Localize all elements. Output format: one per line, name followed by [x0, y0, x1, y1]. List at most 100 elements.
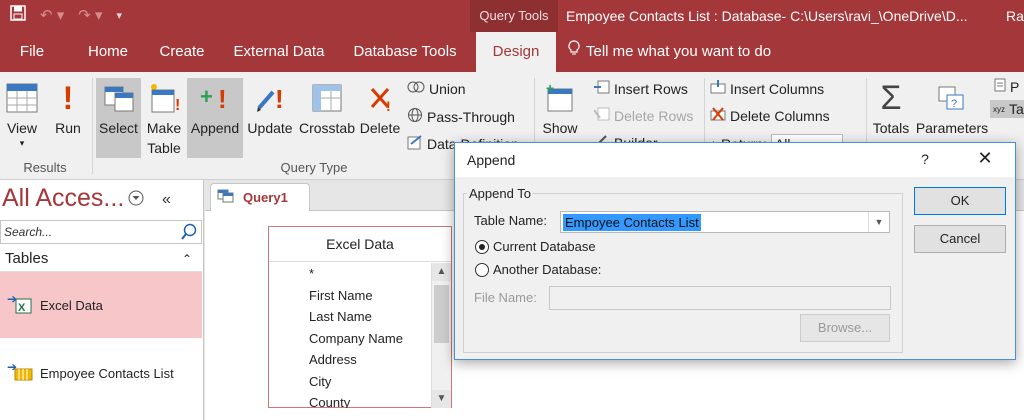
- nav-pane-title[interactable]: All Acces...: [2, 184, 124, 213]
- help-icon[interactable]: ?: [915, 151, 935, 167]
- another-database-radio[interactable]: Another Database:: [475, 262, 601, 277]
- field-item[interactable]: Last Name: [269, 306, 431, 328]
- browse-button[interactable]: Browse...: [800, 314, 890, 342]
- linked-table-icon: ➔: [0, 363, 40, 383]
- update-query-button[interactable]: ! Update: [244, 78, 296, 158]
- select-query-button[interactable]: Select: [96, 78, 141, 158]
- union-button[interactable]: Union: [407, 80, 466, 97]
- lightbulb-icon: [568, 32, 580, 72]
- group-label-results: Results: [23, 160, 67, 175]
- datasheet-view-icon: [2, 78, 42, 118]
- ok-button[interactable]: OK: [914, 187, 1006, 215]
- search-icon[interactable]: [181, 223, 197, 244]
- svg-text:+: +: [546, 83, 554, 96]
- run-button[interactable]: ! Run: [48, 78, 88, 158]
- svg-text:!: !: [275, 84, 284, 114]
- union-rings-icon: [407, 80, 425, 97]
- context-tab-label: Query Tools: [470, 0, 558, 32]
- append-icon: +!: [187, 78, 243, 118]
- collapse-pane-icon[interactable]: «: [162, 191, 171, 209]
- save-icon[interactable]: [10, 5, 26, 25]
- chevron-down-icon[interactable]: ▼: [868, 212, 889, 232]
- crosstab-query-button[interactable]: Crosstab: [298, 78, 356, 158]
- pass-through-button[interactable]: Pass-Through: [407, 107, 515, 126]
- scroll-down-arrow-icon[interactable]: ▼: [432, 390, 451, 408]
- tab-file[interactable]: File: [6, 32, 58, 72]
- tab-database-tools[interactable]: Database Tools: [346, 32, 464, 72]
- crosstab-icon: [298, 78, 356, 118]
- view-button[interactable]: View ▾: [2, 78, 42, 158]
- insert-columns-icon: [710, 80, 726, 97]
- table-name-combobox[interactable]: Empoyee Contacts List ▼: [560, 211, 890, 233]
- insert-columns-button[interactable]: Insert Columns: [710, 80, 824, 97]
- chevron-up-icon: ⌃: [181, 252, 192, 266]
- parameters-icon: ?: [914, 78, 990, 118]
- table-field-list[interactable]: Excel Data * First Name Last Name Compan…: [268, 226, 452, 408]
- exclamation-icon: !: [62, 79, 74, 116]
- svg-text:!: !: [175, 97, 180, 114]
- nav-search-box: [0, 220, 202, 244]
- document-tab-query1[interactable]: Query1: [210, 183, 310, 211]
- append-query-button[interactable]: +! Append: [187, 78, 243, 158]
- close-icon[interactable]: ✕: [973, 148, 997, 169]
- navigation-pane: All Acces... « Tables ⌃ ➔X Excel Data ➔ …: [0, 180, 204, 420]
- quick-access-toolbar: ↶ ▾ ↷ ▾ ▾: [10, 5, 122, 25]
- separator: [92, 78, 93, 174]
- tab-create[interactable]: Create: [150, 32, 214, 72]
- insert-rows-icon: [594, 80, 610, 97]
- nav-search-input[interactable]: [1, 221, 177, 243]
- field-item[interactable]: *: [269, 263, 431, 285]
- ribbon-tabs: File Home Create External Data Database …: [0, 32, 1024, 72]
- delete-x-icon: !: [356, 78, 404, 118]
- tab-external-data[interactable]: External Data: [226, 32, 332, 72]
- nav-category-tables[interactable]: Tables ⌃: [0, 246, 202, 272]
- table-names-button[interactable]: xyz Ta: [990, 100, 1024, 118]
- current-database-radio[interactable]: Current Database: [475, 239, 596, 254]
- radio-unselected-icon: [475, 262, 489, 277]
- svg-text:X: X: [18, 302, 26, 314]
- field-list-scrollbar[interactable]: ▲ ▼: [431, 263, 451, 408]
- table-name-label: Table Name:: [474, 213, 547, 228]
- svg-text:!: !: [218, 84, 227, 114]
- cancel-button[interactable]: Cancel: [914, 225, 1006, 253]
- dialog-title-bar[interactable]: Append ? ✕: [455, 143, 1015, 177]
- property-sheet-icon: [994, 78, 1006, 95]
- tab-design[interactable]: Design: [476, 32, 556, 72]
- field-item[interactable]: County: [269, 392, 431, 408]
- file-name-input[interactable]: [549, 286, 891, 310]
- undo-icon[interactable]: ↶ ▾: [40, 6, 64, 24]
- delete-query-button[interactable]: ! Delete: [356, 78, 404, 158]
- user-name[interactable]: Ra: [1006, 0, 1024, 32]
- field-list-title[interactable]: Excel Data: [269, 227, 451, 262]
- radio-selected-icon: [475, 239, 489, 254]
- field-item[interactable]: Company Name: [269, 328, 431, 350]
- field-item[interactable]: First Name: [269, 285, 431, 307]
- nav-item-empoyee-contacts-list[interactable]: ➔ Empoyee Contacts List: [0, 340, 202, 406]
- nav-item-excel-data[interactable]: ➔ X Excel Data: [0, 272, 202, 338]
- tell-me-box[interactable]: Tell me what you want to do: [568, 32, 771, 72]
- customize-toolbar-icon[interactable]: ▾: [117, 9, 123, 22]
- property-sheet-button[interactable]: P: [994, 78, 1019, 95]
- tab-home[interactable]: Home: [78, 32, 138, 72]
- make-table-button[interactable]: ! Make Table: [143, 78, 185, 158]
- show-table-icon: +: [538, 78, 582, 118]
- dialog-title: Append: [467, 152, 516, 168]
- field-item[interactable]: City: [269, 371, 431, 393]
- insert-rows-button[interactable]: Insert Rows: [594, 80, 688, 97]
- field-item[interactable]: Address: [269, 349, 431, 371]
- scroll-thumb[interactable]: [434, 285, 449, 343]
- svg-text:?: ?: [951, 98, 957, 110]
- delete-columns-icon: [710, 107, 726, 124]
- delete-rows-icon: [593, 107, 610, 124]
- svg-text:+: +: [200, 84, 213, 109]
- redo-icon[interactable]: ↷ ▾: [78, 6, 102, 24]
- delete-rows-button[interactable]: Delete Rows: [593, 107, 693, 124]
- data-definition-icon: [407, 134, 423, 153]
- sigma-icon: Σ: [880, 78, 902, 117]
- delete-columns-button[interactable]: Delete Columns: [710, 107, 830, 124]
- linked-excel-table-icon: ➔ X: [0, 295, 40, 315]
- title-bar: ↶ ▾ ↷ ▾ ▾ Query Tools Empoyee Contacts L…: [0, 0, 1024, 32]
- append-to-legend: Append To: [467, 186, 533, 201]
- scroll-up-arrow-icon[interactable]: ▲: [432, 263, 451, 281]
- nav-menu-dropdown-icon[interactable]: [128, 190, 144, 209]
